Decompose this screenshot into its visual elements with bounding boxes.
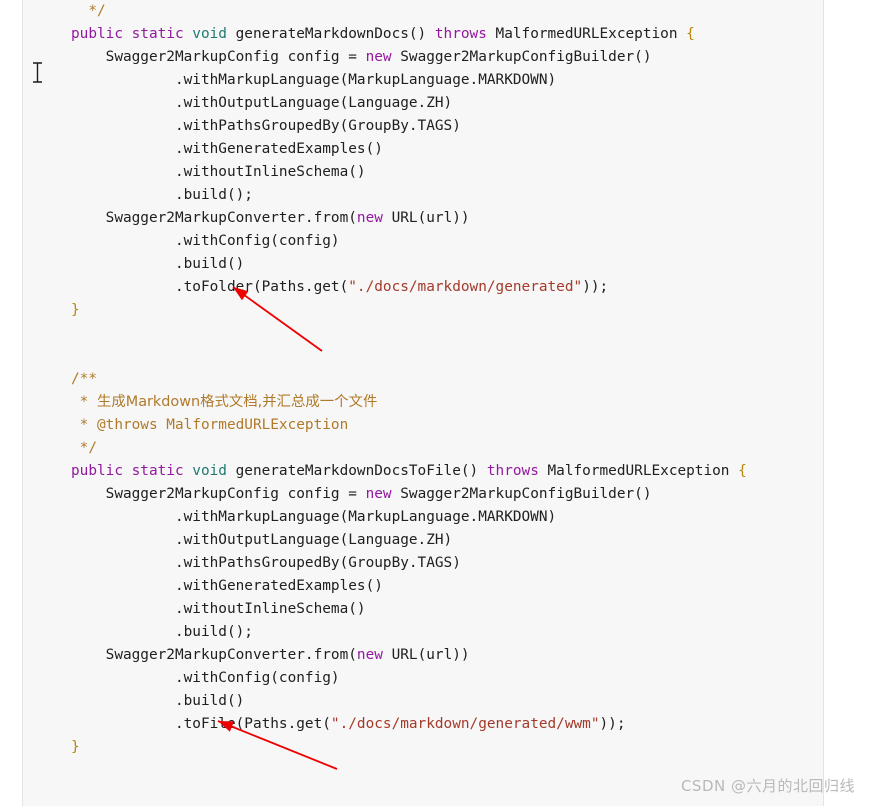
code-token: .withOutputLanguage(Language.ZH) xyxy=(71,532,453,548)
code-token: .build() xyxy=(71,256,245,272)
code-line[interactable]: Swagger2MarkupConverter.from(new URL(url… xyxy=(23,207,825,230)
code-line[interactable]: Swagger2MarkupConfig config = new Swagge… xyxy=(23,46,825,69)
code-token: Swagger2MarkupConfig config = xyxy=(71,486,366,502)
code-line[interactable]: .toFolder(Paths.get("./docs/markdown/gen… xyxy=(23,276,825,299)
code-token: new xyxy=(356,210,383,226)
code-token: void xyxy=(192,26,227,42)
code-sheet: */ public static void generateMarkdownDoc… xyxy=(22,0,824,806)
code-token: URL(url)) xyxy=(382,647,470,663)
code-line[interactable]: .withOutputLanguage(Language.ZH) xyxy=(23,92,825,115)
code-token: throws xyxy=(434,26,487,42)
code-line[interactable]: public static void generateMarkdownDocsT… xyxy=(23,460,825,483)
code-line[interactable]: */ xyxy=(23,0,825,23)
code-block[interactable]: */ public static void generateMarkdownDoc… xyxy=(23,0,825,759)
code-line[interactable]: .withPathsGroupedBy(GroupBy.TAGS) xyxy=(23,552,825,575)
code-token: .withConfig(config) xyxy=(71,670,340,686)
code-token: } xyxy=(71,739,80,755)
code-line[interactable]: /** xyxy=(23,368,825,391)
code-line[interactable]: .withoutInlineSchema() xyxy=(23,161,825,184)
code-token: */ xyxy=(88,3,106,19)
code-token: .toFile(Paths.get( xyxy=(71,716,331,732)
code-token: MalformedURLException xyxy=(486,26,687,42)
code-line[interactable]: .build(); xyxy=(23,621,825,644)
code-line[interactable]: } xyxy=(23,736,825,759)
code-token: .build(); xyxy=(71,624,253,640)
code-line[interactable] xyxy=(23,345,825,368)
code-token: .withoutInlineSchema() xyxy=(71,164,366,180)
code-token: { xyxy=(686,26,695,42)
code-token: URL(url)) xyxy=(382,210,470,226)
code-token: .withoutInlineSchema() xyxy=(71,601,366,617)
code-line[interactable]: * @throws MalformedURLException xyxy=(23,414,825,437)
code-token: .withPathsGroupedBy(GroupBy.TAGS) xyxy=(71,555,461,571)
code-token: .withMarkupLanguage(MarkupLanguage.MARKD… xyxy=(71,72,557,88)
code-token: generateMarkdownDocsToFile() xyxy=(226,463,487,479)
code-token: .withGeneratedExamples() xyxy=(71,141,383,157)
code-line[interactable]: Swagger2MarkupConfig config = new Swagge… xyxy=(23,483,825,506)
code-token: "./docs/markdown/generated" xyxy=(348,279,583,295)
code-token: new xyxy=(356,647,383,663)
code-line[interactable]: .withGeneratedExamples() xyxy=(23,575,825,598)
code-token: .withOutputLanguage(Language.ZH) xyxy=(71,95,453,111)
code-token: .withMarkupLanguage(MarkupLanguage.MARKD… xyxy=(71,509,557,525)
code-line[interactable]: .build() xyxy=(23,690,825,713)
code-line[interactable]: .withConfig(config) xyxy=(23,230,825,253)
code-token: * @throws MalformedURLException xyxy=(71,417,349,433)
code-line[interactable]: .withPathsGroupedBy(GroupBy.TAGS) xyxy=(23,115,825,138)
code-token: Swagger2MarkupConverter.from( xyxy=(71,210,357,226)
code-line[interactable]: * 生成Markdown格式文档,并汇总成一个文件 xyxy=(23,391,825,414)
code-token: )); xyxy=(599,716,626,732)
code-token: )); xyxy=(582,279,609,295)
code-token: generateMarkdownDocs() xyxy=(226,26,435,42)
code-token: .withGeneratedExamples() xyxy=(71,578,383,594)
code-token: } xyxy=(71,302,80,318)
code-token: .toFolder(Paths.get( xyxy=(71,279,349,295)
code-line[interactable]: .withOutputLanguage(Language.ZH) xyxy=(23,529,825,552)
code-token: .withPathsGroupedBy(GroupBy.TAGS) xyxy=(71,118,461,134)
editor-screenshot-root: */ public static void generateMarkdownDoc… xyxy=(0,0,871,806)
code-line[interactable]: .withConfig(config) xyxy=(23,667,825,690)
code-token: .build() xyxy=(71,693,245,709)
code-token: { xyxy=(738,463,747,479)
code-token: Swagger2MarkupConfigBuilder() xyxy=(391,49,652,65)
code-line[interactable]: .withMarkupLanguage(MarkupLanguage.MARKD… xyxy=(23,69,825,92)
code-token: * xyxy=(71,394,97,410)
code-token: Swagger2MarkupConfigBuilder() xyxy=(391,486,652,502)
code-line[interactable]: Swagger2MarkupConverter.from(new URL(url… xyxy=(23,644,825,667)
code-token: */ xyxy=(71,440,97,456)
code-line[interactable]: .toFile(Paths.get("./docs/markdown/gener… xyxy=(23,713,825,736)
code-token: 生成Markdown格式文档,并汇总成一个文件 xyxy=(97,394,378,410)
code-line[interactable]: */ xyxy=(23,437,825,460)
code-token: throws xyxy=(486,463,539,479)
code-token: /** xyxy=(71,371,97,387)
code-line[interactable]: .build(); xyxy=(23,184,825,207)
code-token: .withConfig(config) xyxy=(71,233,340,249)
code-token: new xyxy=(365,486,392,502)
code-line[interactable]: .withoutInlineSchema() xyxy=(23,598,825,621)
code-line[interactable]: .build() xyxy=(23,253,825,276)
code-line[interactable]: } xyxy=(23,299,825,322)
code-line[interactable]: public static void generateMarkdownDocs(… xyxy=(23,23,825,46)
code-line[interactable]: .withGeneratedExamples() xyxy=(23,138,825,161)
code-token: public static xyxy=(71,26,193,42)
code-token: void xyxy=(192,463,227,479)
code-token: new xyxy=(365,49,392,65)
code-token: Swagger2MarkupConfig config = xyxy=(71,49,366,65)
code-line[interactable] xyxy=(23,322,825,345)
code-token: MalformedURLException xyxy=(538,463,739,479)
csdn-watermark: CSDN @六月的北回归线 xyxy=(680,777,855,795)
code-token: .build(); xyxy=(71,187,253,203)
code-token: public static xyxy=(71,463,193,479)
code-line[interactable]: .withMarkupLanguage(MarkupLanguage.MARKD… xyxy=(23,506,825,529)
code-token: Swagger2MarkupConverter.from( xyxy=(71,647,357,663)
code-token: "./docs/markdown/generated/wwm" xyxy=(330,716,600,732)
